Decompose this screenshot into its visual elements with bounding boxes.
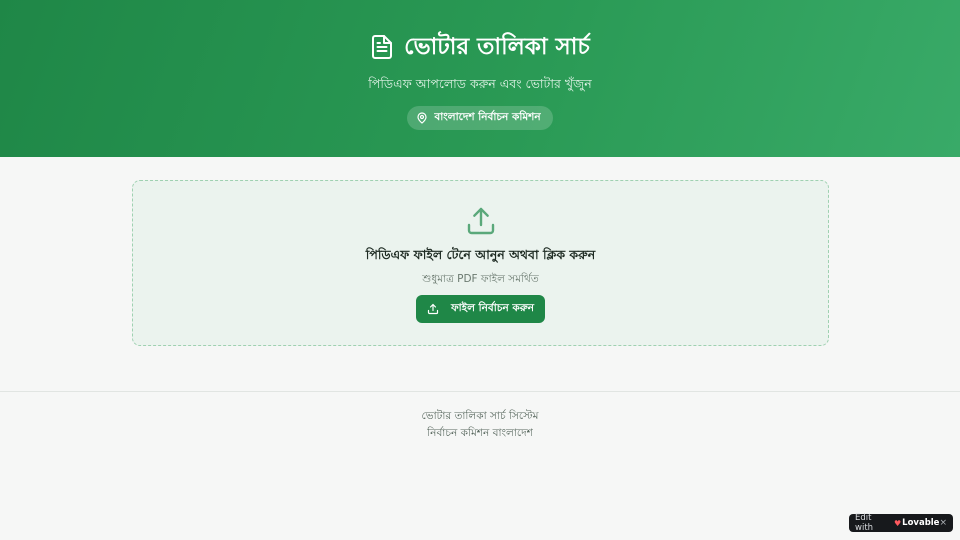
page-title: ভোটার তালিকা সার্চ bbox=[404, 34, 590, 60]
location-pin-icon bbox=[416, 112, 428, 124]
lovable-heart-icon: ♥ bbox=[893, 518, 902, 528]
pdf-dropzone[interactable]: পিডিএফ ফাইল টেনে আনুন অথবা ক্লিক করুন শু… bbox=[132, 180, 829, 346]
badge-label: বাংলাদেশ নির্বাচন কমিশন bbox=[434, 110, 541, 123]
commission-badge: বাংলাদেশ নির্বাচন কমিশন bbox=[407, 106, 553, 130]
main-content: পিডিএফ ফাইল টেনে আনুন অথবা ক্লিক করুন শু… bbox=[0, 157, 960, 391]
dropzone-hint: শুধুমাত্র PDF ফাইল সমর্থিত bbox=[422, 273, 539, 285]
header-banner: ভোটার তালিকা সার্চ পিডিএফ আপলোড করুন এবং… bbox=[0, 0, 960, 157]
close-icon[interactable]: × bbox=[939, 518, 947, 528]
lovable-brand: Lovable bbox=[902, 518, 940, 528]
select-file-label: ফাইল নির্বাচন করুন bbox=[450, 301, 535, 314]
select-file-button[interactable]: ফাইল নির্বাচন করুন bbox=[415, 295, 546, 323]
footer-line-system: ভোটার তালিকা সার্চ সিস্টেম bbox=[421, 410, 539, 422]
dropzone-title: পিডিএফ ফাইল টেনে আনুন অথবা ক্লিক করুন bbox=[365, 247, 596, 262]
footer-divider bbox=[0, 391, 960, 392]
footer-line-commission: নির্বাচন কমিশন বাংলাদেশ bbox=[427, 427, 533, 439]
upload-icon bbox=[465, 205, 497, 237]
title-row: ভোটার তালিকা সার্চ bbox=[370, 32, 590, 62]
lovable-prefix: Edit with bbox=[855, 513, 874, 533]
edit-with-lovable-badge[interactable]: Edit with ♥ Lovable × bbox=[849, 513, 953, 533]
document-icon bbox=[370, 34, 394, 60]
footer: ভোটার তালিকা সার্চ সিস্টেম নির্বাচন কমিশ… bbox=[0, 408, 960, 442]
upload-small-icon bbox=[427, 303, 439, 315]
page-subtitle: পিডিএফ আপলোড করুন এবং ভোটার খুঁজুন bbox=[368, 76, 592, 91]
